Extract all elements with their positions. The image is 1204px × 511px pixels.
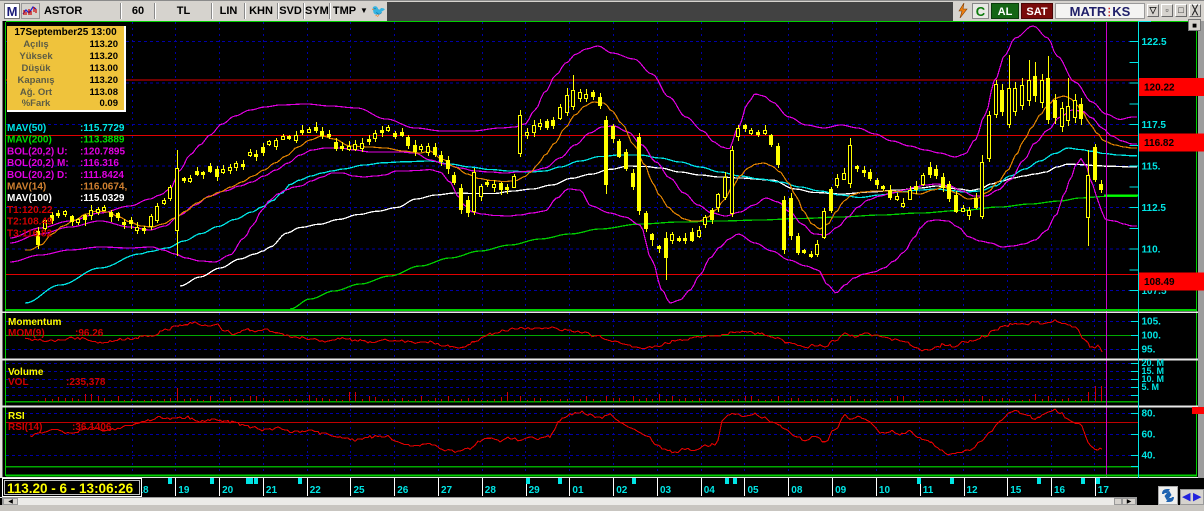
- svg-text:60.: 60.: [1142, 430, 1156, 441]
- svg-text:27: 27: [441, 485, 453, 496]
- svg-text:117.5: 117.5: [1142, 120, 1167, 131]
- svg-text:MOM(9): MOM(9): [8, 328, 45, 339]
- svg-text:100.: 100.: [1142, 331, 1162, 342]
- svg-text:5. M: 5. M: [1142, 382, 1160, 392]
- svg-text::116.316: :116.316: [80, 158, 119, 169]
- svg-text:05: 05: [748, 485, 760, 496]
- svg-text:26: 26: [397, 485, 409, 496]
- svg-text:BOL(20,2) U:: BOL(20,2) U:: [7, 146, 68, 157]
- svg-text:12: 12: [967, 485, 979, 496]
- svg-text:116.82: 116.82: [1144, 138, 1174, 149]
- svg-text:95.: 95.: [1142, 345, 1156, 356]
- svg-text:105.: 105.: [1142, 317, 1162, 328]
- svg-text::113.3889: :113.3889: [80, 135, 125, 146]
- svg-text:25: 25: [354, 485, 366, 496]
- svg-text:108.49: 108.49: [1144, 277, 1175, 288]
- svg-text:BOL(20,2) D:: BOL(20,2) D:: [7, 170, 68, 181]
- svg-text:MAV(100): MAV(100): [7, 193, 52, 204]
- svg-text:120.22: 120.22: [1144, 83, 1175, 94]
- svg-text:T1:120.22: T1:120.22: [7, 205, 53, 216]
- svg-text:T3:116.82: T3:116.82: [7, 228, 52, 239]
- svg-text:17: 17: [1098, 485, 1110, 496]
- svg-text::235,378: :235,378: [66, 377, 106, 388]
- svg-text:122.5: 122.5: [1142, 37, 1167, 48]
- svg-text:MAV(200): MAV(200): [7, 135, 52, 146]
- svg-text:MAV(14): MAV(14): [7, 182, 46, 193]
- svg-text:110.: 110.: [1142, 245, 1161, 256]
- svg-text:04: 04: [704, 485, 716, 496]
- svg-text:21: 21: [266, 485, 278, 496]
- svg-text:115.: 115.: [1142, 162, 1161, 173]
- svg-text:10: 10: [879, 485, 891, 496]
- svg-text::111.8424: :111.8424: [80, 170, 124, 181]
- svg-text::115.7729: :115.7729: [80, 123, 125, 134]
- svg-text:01: 01: [572, 485, 584, 496]
- svg-text:08: 08: [791, 485, 803, 496]
- svg-text:80.: 80.: [1142, 409, 1156, 420]
- svg-text::120.7895: :120.7895: [80, 146, 125, 157]
- svg-text:28: 28: [485, 485, 497, 496]
- svg-text:112.5: 112.5: [1142, 203, 1167, 214]
- svg-text::36.1406: :36.1406: [72, 422, 112, 433]
- svg-text:15: 15: [1010, 485, 1022, 496]
- svg-text:22: 22: [310, 485, 322, 496]
- svg-text:113.20 - 6 - 13:06:26: 113.20 - 6 - 13:06:26: [7, 481, 134, 496]
- svg-text::115.0329: :115.0329: [80, 193, 125, 204]
- svg-text:MAV(50): MAV(50): [7, 123, 46, 134]
- svg-text:19: 19: [178, 485, 190, 496]
- svg-text:20: 20: [222, 485, 234, 496]
- svg-text:16: 16: [1054, 485, 1066, 496]
- svg-text:BOL(20,2) M:: BOL(20,2) M:: [7, 158, 69, 169]
- svg-text:T2:108.49: T2:108.49: [7, 217, 53, 228]
- svg-text:03: 03: [660, 485, 672, 496]
- svg-text::116.0674,: :116.0674,: [80, 182, 127, 193]
- svg-text:02: 02: [616, 485, 628, 496]
- svg-text:RSI: RSI: [8, 411, 25, 422]
- svg-text:RSI(14): RSI(14): [8, 422, 42, 433]
- svg-text::96.26: :96.26: [75, 328, 104, 339]
- svg-text:11: 11: [923, 485, 934, 496]
- svg-text:40.: 40.: [1142, 451, 1156, 462]
- svg-text:VOL: VOL: [8, 377, 29, 388]
- svg-text:29: 29: [529, 485, 541, 496]
- svg-text:09: 09: [835, 485, 847, 496]
- svg-text:Momentum: Momentum: [8, 317, 61, 328]
